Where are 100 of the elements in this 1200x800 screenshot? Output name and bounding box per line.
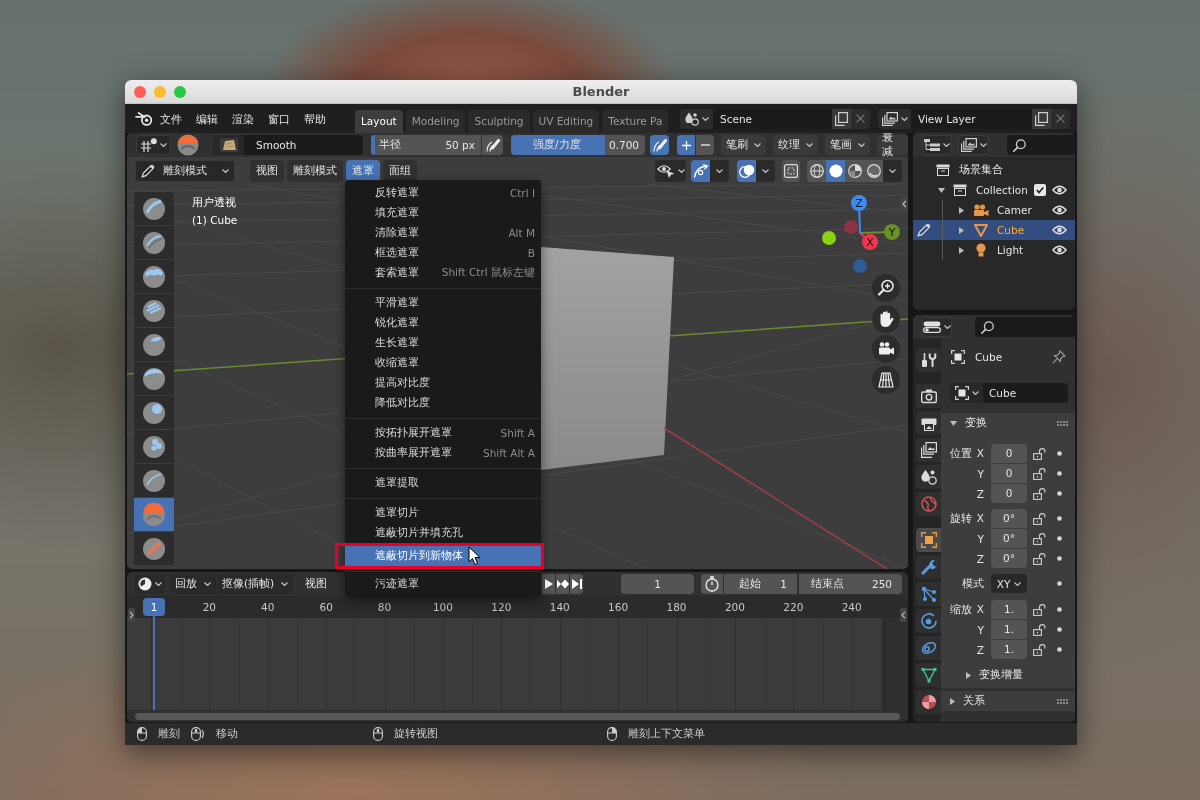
padlock-icon[interactable] [1033,467,1046,480]
current-frame-badge[interactable]: 1 [143,598,165,616]
filter-dropdown[interactable] [958,135,989,155]
frame-end-field[interactable]: 结束点 250 [799,574,902,594]
number-field[interactable]: 0° [991,529,1027,548]
padlock-icon[interactable] [1033,643,1046,656]
number-field[interactable]: 0 [991,444,1027,463]
properties-tab[interactable] [916,582,941,606]
menu-item[interactable]: 遮蔽切片并填充孔 [345,523,541,543]
number-field[interactable]: 1. [991,640,1027,659]
disclosure-triangle-icon[interactable] [950,420,957,426]
workspace-tab[interactable]: Sculpting [468,110,530,133]
properties-tab[interactable] [916,690,941,714]
padlock-icon[interactable] [1033,447,1046,460]
padlock-icon[interactable] [1033,603,1046,616]
pressure-toggle[interactable] [650,135,669,155]
mode-dropdown[interactable]: 雕刻模式 [135,159,235,182]
number-field[interactable]: 0 [991,464,1027,483]
scene-name-field[interactable]: Scene [713,108,832,129]
subpanel-header[interactable]: 变换增量 [941,665,1075,685]
workspace-tab[interactable]: Texture Pa [602,110,669,133]
panel-header[interactable]: 关系 [941,691,1075,711]
menu-item[interactable]: 遮蔽切片到新物体 [345,546,541,566]
chevron-right-icon[interactable] [128,608,135,622]
menu-item[interactable]: 渲染 [225,108,261,129]
remove-view-layer-button[interactable] [1051,108,1070,129]
eye-icon[interactable] [1052,245,1067,255]
pin-icon[interactable] [1052,350,1066,364]
menu-item[interactable]: 框选遮罩 B [345,243,541,263]
properties-tab[interactable] [916,609,941,633]
play-button[interactable] [542,574,555,594]
hand-icon[interactable] [872,304,900,333]
disclosure-triangle-icon[interactable] [959,246,964,254]
menu-item[interactable]: 降低对比度 [345,393,541,413]
tool-button[interactable] [134,294,174,327]
disclosure-triangle-icon[interactable] [938,187,945,193]
menu-item[interactable]: 编辑 [189,108,225,129]
properties-tab[interactable] [916,411,941,435]
padlock-icon[interactable] [1033,532,1046,545]
outliner-row[interactable]: Collection [913,180,1075,200]
outliner-row[interactable]: Camer [913,200,1075,220]
outliner-row[interactable]: 场景集合 [913,160,1075,180]
tool-button[interactable] [134,532,174,565]
tool-button[interactable] [134,464,174,497]
subtract-button[interactable] [696,135,714,155]
panel-header[interactable]: 变换 [941,413,1075,433]
new-view-layer-button[interactable] [1032,108,1051,129]
dot-icon[interactable] [1056,607,1062,612]
movie-camera-icon[interactable] [872,335,900,363]
properties-tab[interactable] [916,555,941,579]
workspace-tab[interactable]: Layout [355,110,403,133]
value-slider[interactable]: 半径 50 px [371,135,481,155]
dot-icon[interactable] [1056,627,1062,632]
menu-item[interactable]: 提高对比度 [345,373,541,393]
menu-button[interactable]: 笔画 [825,135,870,155]
axis-handle[interactable]: X [859,232,878,250]
current-frame-field[interactable]: 1 [621,574,694,594]
dot-icon[interactable] [1056,581,1062,586]
search-field[interactable] [975,317,1075,337]
perspective-grid-icon[interactable] [872,365,900,394]
workspace-tab[interactable]: Modeling [405,110,466,133]
menu-item[interactable]: 文件 [153,108,189,129]
chevron-left-icon[interactable] [900,608,907,622]
properties-tab[interactable] [916,384,941,408]
menu-item[interactable]: 填充遮罩 [345,203,541,223]
shading-mode-button[interactable] [864,159,883,182]
number-field[interactable]: 1. [991,600,1027,619]
menu-item[interactable]: 帮助 [297,108,333,129]
disclosure-triangle-icon[interactable] [966,671,971,679]
tool-button[interactable] [134,192,174,225]
tool-button[interactable] [134,226,174,259]
properties-tab[interactable] [916,465,941,489]
menu-item[interactable]: 污迹遮罩 [345,574,541,594]
object-name-field[interactable]: Cube [983,383,1068,403]
dot-icon[interactable] [1056,516,1062,521]
eye-icon[interactable] [1052,225,1067,235]
number-field[interactable]: 0 [991,484,1027,503]
menu-item[interactable]: 窗口 [261,108,297,129]
padlock-icon[interactable] [1033,487,1046,500]
tool-button[interactable] [134,328,174,361]
view-layer-browse-button[interactable] [878,108,911,129]
number-field[interactable]: 0° [991,509,1027,528]
menu-item[interactable]: 反转遮罩 Ctrl I [345,183,541,203]
gizmo-toggle[interactable] [691,159,710,182]
pressure-toggle[interactable] [482,135,503,155]
dropdown-field[interactable]: XY [991,574,1027,593]
menu-button[interactable]: 面组 [383,159,417,182]
texture-button[interactable] [213,135,244,155]
properties-tab[interactable] [916,663,941,687]
padlock-icon[interactable] [1033,512,1046,525]
outliner-row[interactable]: Cube [913,220,1075,240]
xray-toggle[interactable] [782,159,800,182]
properties-tab[interactable] [916,636,941,660]
preview-range-toggle[interactable] [701,574,723,594]
properties-tab[interactable] [916,528,941,552]
axis-handle[interactable]: Z [851,195,867,234]
axis-dot[interactable] [844,220,858,234]
menu-item[interactable]: 套索遮罩 Shift Ctrl 鼠标左键 [345,263,541,283]
menu-button[interactable]: 回放 [170,574,216,594]
overlay-toggle[interactable] [737,159,756,182]
